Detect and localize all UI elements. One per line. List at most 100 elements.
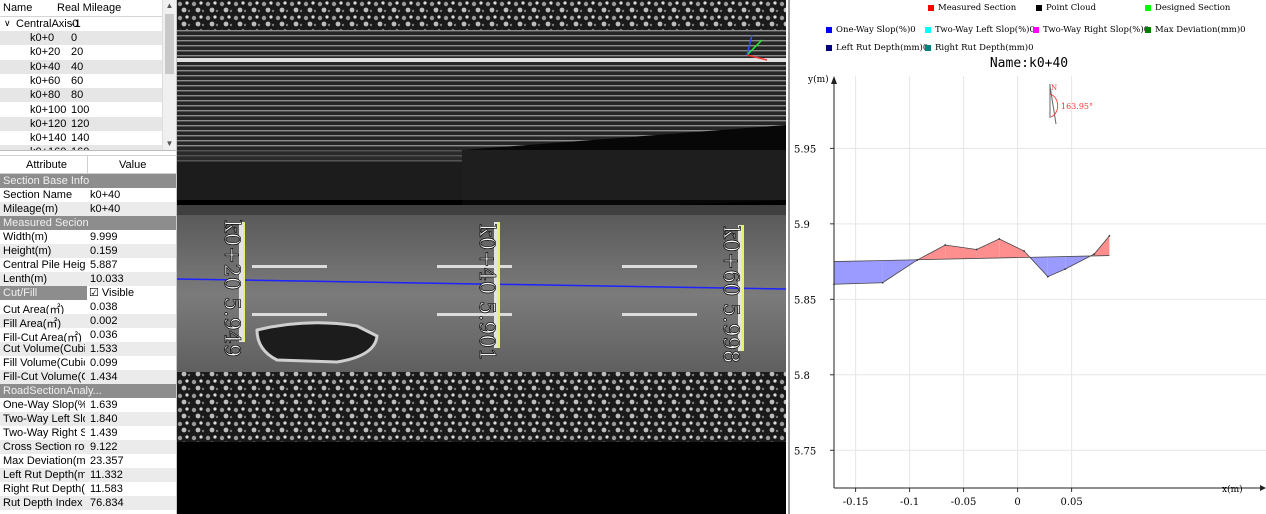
tree-item-mileage: 0 [71, 32, 78, 44]
property-category[interactable]: Section Base Info [0, 174, 176, 188]
measured-point [916, 259, 919, 261]
tree-item[interactable]: k0+100 100 [0, 103, 162, 117]
tree-col-name[interactable]: Name [3, 2, 32, 14]
scroll-up-icon[interactable]: ▲ [163, 0, 176, 12]
property-value: 11.583 [90, 483, 123, 495]
tree-header: Name Real Mileage [0, 0, 162, 17]
property-row[interactable]: Central Pile Height... 5.887 [0, 258, 176, 272]
property-value: 5.887 [90, 259, 118, 271]
measured-point [975, 248, 978, 251]
measured-point [998, 238, 1001, 240]
checkbox-checked-icon[interactable]: ☑ [89, 287, 99, 299]
property-category-label: Cut/Fill [3, 287, 38, 299]
property-row[interactable]: Right Rut Depth(m... 11.583 [0, 482, 176, 496]
scroll-down-icon[interactable]: ▼ [163, 138, 176, 150]
property-value: 23.357 [90, 455, 124, 467]
property-value: 1.840 [90, 413, 118, 425]
cut-fill-region [834, 260, 883, 285]
tree-item[interactable]: k0+160 160 [0, 145, 162, 150]
property-header: Attribute Value [0, 155, 176, 174]
property-row[interactable]: Two-Way Right Sl... 1.439 [0, 426, 176, 440]
property-key: Mileage(m) [3, 203, 59, 215]
property-row[interactable]: Section Name k0+40 [0, 188, 176, 202]
property-key: Max Deviation(mm) [3, 455, 85, 467]
property-key: Cross Section rou... [3, 441, 85, 453]
property-value: 11.332 [90, 469, 123, 481]
property-key: Cut Volume(Cubic ... [3, 343, 85, 355]
x-tick-label: -0.05 [951, 497, 977, 508]
property-row[interactable]: Width(m) 9.999 [0, 230, 176, 244]
section-label-k0-40: k0+40 5.901 [475, 224, 499, 361]
tree-col-mileage[interactable]: Real Mileage [57, 2, 121, 14]
property-category[interactable]: Measured Secion [0, 216, 176, 230]
property-row[interactable]: Rut Depth Index 76.834 [0, 496, 176, 510]
property-row[interactable]: Fill-Cut Area(㎡) 0.036 [0, 328, 176, 344]
visible-checkbox[interactable]: ☑ Visible [87, 286, 176, 300]
tree-root-mileage: -1 [71, 18, 81, 30]
x-tick-label: 0 [1014, 497, 1020, 508]
point-cloud-canvas[interactable]: k0+20 5.949 k0+40 5.901 k0+60 5.998 [177, 0, 786, 514]
tree-item[interactable]: k0+120 120 [0, 116, 162, 131]
property-key: Rut Depth Index [3, 497, 83, 509]
property-key: One-Way Slop(%) [3, 399, 85, 411]
property-row[interactable]: Mileage(m) k0+40 [0, 202, 176, 216]
tree-item-mileage: 80 [71, 89, 84, 102]
tree-item[interactable]: k0+80 80 [0, 88, 162, 103]
tree-item[interactable]: k0+140 140 [0, 131, 162, 145]
property-key: Two-Way Right Sl... [3, 427, 85, 439]
tree-item[interactable]: k0+60 60 [0, 74, 162, 88]
point-cloud-view[interactable]: k0+20 5.949 k0+40 5.901 k0+60 5.998 [177, 0, 786, 514]
property-row[interactable]: Fill Area(㎡) 0.002 [0, 314, 176, 330]
property-row[interactable]: One-Way Slop(%) 1.639 [0, 398, 176, 412]
property-row[interactable]: Lenth(m) 10.033 [0, 272, 176, 286]
prop-col-value: Value [119, 159, 147, 171]
property-value: 0.099 [90, 357, 118, 369]
visible-checkbox-label: Visible [101, 287, 135, 299]
property-row[interactable]: Cross Section rou... 9.122 [0, 440, 176, 454]
property-row[interactable]: Height(m) 0.159 [0, 244, 176, 258]
measured-point [1093, 253, 1096, 255]
tree-item[interactable]: k0+0 0 [0, 31, 162, 45]
property-row[interactable]: Two-Way Left Slop... 1.840 [0, 412, 176, 426]
property-row[interactable]: Left Rut Depth(mm) 11.332 [0, 468, 176, 482]
property-row[interactable]: Cut Area(㎡) 0.038 [0, 300, 176, 316]
tree-item[interactable]: k0+20 20 [0, 45, 162, 59]
property-grid: Attribute Value Section Base Info Section… [0, 155, 176, 510]
measured-point [1064, 268, 1067, 271]
property-category[interactable]: RoadSectionAnaly... [0, 384, 176, 398]
section-chart[interactable]: -0.15 -0.1 -0.05 0 0.05 5.75 5.8 5.85 5.9 5.95 x(m… [790, 0, 1266, 514]
compass-angle-label: 163.95° [1061, 102, 1093, 111]
property-value: 76.834 [90, 497, 124, 509]
property-row[interactable]: Cut Volume(Cubic ... 1.533 [0, 342, 176, 356]
tree-root[interactable]: ∨ CentralAxis0 -1 [0, 17, 162, 31]
property-value: 0.038 [90, 301, 118, 313]
measured-point [944, 244, 947, 246]
x-tick-label: -0.15 [843, 497, 869, 508]
property-row[interactable]: Fill-Cut Volume(Cu... 1.434 [0, 370, 176, 384]
tree-item-name: k0+0 [30, 32, 55, 44]
tree-item-name: k0+20 [30, 46, 61, 59]
header-divider [87, 156, 88, 173]
tree-scrollbar[interactable]: ▲ ▼ [162, 0, 176, 150]
tree-item-name: k0+120 [30, 117, 67, 130]
property-row[interactable]: Max Deviation(mm) 23.357 [0, 454, 176, 468]
tree-item-name: k0+160 [30, 146, 66, 150]
scroll-thumb[interactable] [165, 14, 174, 74]
property-key: Width(m) [3, 231, 48, 243]
x-tick-label: -0.1 [900, 497, 919, 508]
property-row[interactable]: Fill Volume(Cubic ... 0.099 [0, 356, 176, 370]
expand-chevron-icon[interactable]: ∨ [4, 18, 11, 29]
property-key: Fill-Cut Volume(Cu... [3, 371, 85, 383]
property-key: Central Pile Height... [3, 259, 85, 271]
property-key: Two-Way Left Slop... [3, 413, 85, 425]
property-category[interactable]: Cut/Fill ☑ Visible [0, 286, 176, 300]
property-value: 1.439 [90, 427, 118, 439]
tree-item[interactable]: k0+40 40 [0, 59, 162, 74]
measured-point [1023, 250, 1025, 252]
y-tick-label: 5.9 [794, 220, 810, 231]
plot-area[interactable] [834, 76, 1266, 488]
y-axis-label: y(m) [807, 74, 829, 85]
y-tick-label: 5.8 [794, 371, 810, 382]
property-value: 10.033 [90, 273, 124, 285]
tree-item-mileage: 60 [71, 74, 84, 87]
